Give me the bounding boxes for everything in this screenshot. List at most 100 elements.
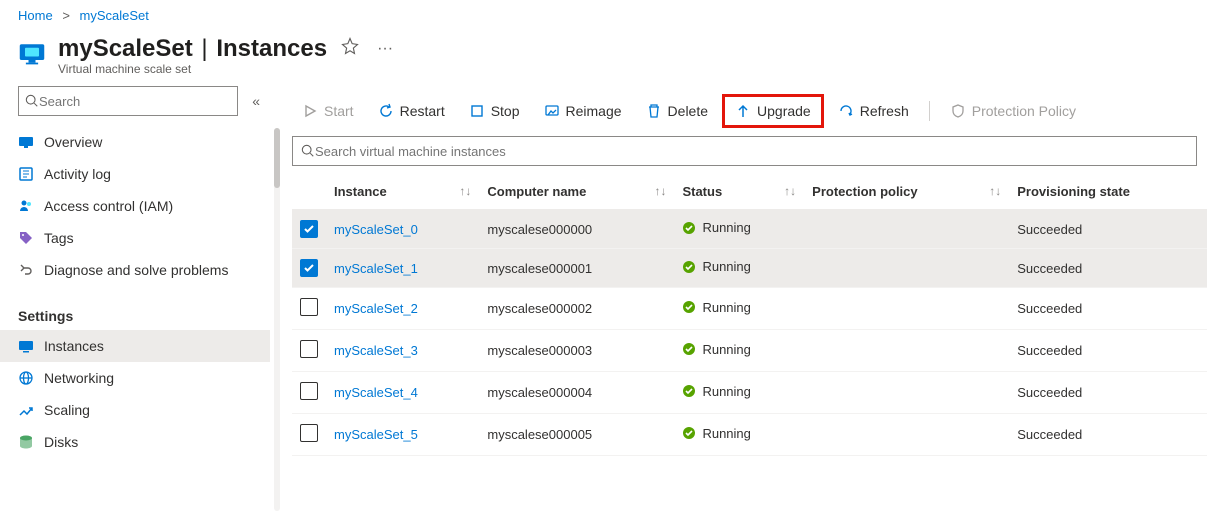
favorite-button[interactable] — [337, 33, 363, 64]
col-provisioning[interactable]: Provisioning state — [1009, 174, 1207, 210]
delete-button[interactable]: Delete — [636, 97, 718, 125]
sidebar-item-label: Diagnose and solve problems — [44, 262, 228, 278]
page-title: myScaleSet | Instances — [58, 35, 327, 63]
sidebar-item-instances[interactable]: Instances — [0, 330, 270, 362]
instance-link[interactable]: myScaleSet_5 — [334, 427, 418, 442]
table-row[interactable]: myScaleSet_5 myscalese000005 Running Suc… — [292, 414, 1207, 456]
resource-type-label: Virtual machine scale set — [58, 62, 397, 76]
col-computer[interactable]: Computer name↑↓ — [479, 174, 674, 210]
sidebar-item-overview[interactable]: Overview — [0, 126, 270, 158]
scaling-icon — [18, 402, 34, 418]
row-checkbox[interactable] — [300, 220, 318, 238]
reimage-icon — [544, 103, 560, 119]
delete-icon — [646, 103, 662, 119]
instance-link[interactable]: myScaleSet_2 — [334, 301, 418, 316]
sidebar-item-diagnose[interactable]: Diagnose and solve problems — [0, 254, 270, 286]
sidebar-scrollbar[interactable] — [272, 128, 282, 511]
start-button[interactable]: Start — [292, 97, 364, 125]
table-row[interactable]: myScaleSet_1 myscalese000001 Running Suc… — [292, 249, 1207, 288]
main-panel: Start Restart Stop Reimage Delete — [282, 86, 1207, 511]
refresh-button[interactable]: Refresh — [828, 97, 919, 125]
reimage-button[interactable]: Reimage — [534, 97, 632, 125]
row-checkbox[interactable] — [300, 424, 318, 442]
sidebar-item-activity-log[interactable]: Activity log — [0, 158, 270, 190]
search-icon — [301, 144, 315, 158]
protection-policy-button[interactable]: Protection Policy — [940, 97, 1086, 125]
instance-search-input[interactable] — [315, 144, 1188, 159]
computer-name-cell: myscalese000004 — [479, 372, 674, 414]
provisioning-cell: Succeeded — [1009, 330, 1207, 372]
row-checkbox[interactable] — [300, 298, 318, 316]
play-icon — [302, 103, 318, 119]
diagnose-icon — [18, 262, 34, 278]
activity-log-icon — [18, 166, 34, 182]
instance-search[interactable] — [292, 136, 1197, 166]
sidebar-item-label: Networking — [44, 370, 114, 386]
sidebar: « Overview Activity log Access control (… — [0, 86, 282, 511]
sidebar-item-access-control[interactable]: Access control (IAM) — [0, 190, 270, 222]
row-checkbox[interactable] — [300, 382, 318, 400]
sidebar-search[interactable] — [18, 86, 238, 116]
table-row[interactable]: myScaleSet_4 myscalese000004 Running Suc… — [292, 372, 1207, 414]
collapse-sidebar-button[interactable]: « — [248, 89, 264, 113]
instance-link[interactable]: myScaleSet_3 — [334, 343, 418, 358]
instance-link[interactable]: myScaleSet_4 — [334, 385, 418, 400]
provisioning-cell: Succeeded — [1009, 288, 1207, 330]
table-row[interactable]: myScaleSet_3 myscalese000003 Running Suc… — [292, 330, 1207, 372]
row-checkbox[interactable] — [300, 259, 318, 277]
check-icon — [303, 223, 315, 235]
status-cell: Running — [682, 220, 750, 235]
computer-name-cell: myscalese000001 — [479, 249, 674, 288]
breadcrumb-resource[interactable]: myScaleSet — [80, 8, 149, 23]
protection-cell — [804, 249, 1009, 288]
status-cell: Running — [682, 426, 750, 441]
stop-button[interactable]: Stop — [459, 97, 530, 125]
col-status[interactable]: Status↑↓ — [674, 174, 804, 210]
protection-cell — [804, 372, 1009, 414]
restart-button[interactable]: Restart — [368, 97, 455, 125]
success-icon — [682, 300, 696, 314]
upgrade-button[interactable]: Upgrade — [725, 97, 821, 125]
protection-cell — [804, 210, 1009, 249]
protection-cell — [804, 414, 1009, 456]
success-icon — [682, 260, 696, 274]
sidebar-item-label: Activity log — [44, 166, 111, 182]
page-header: myScaleSet | Instances ··· Virtual machi… — [0, 27, 1207, 86]
toolbar: Start Restart Stop Reimage Delete — [282, 86, 1207, 136]
star-icon — [341, 37, 359, 55]
success-icon — [682, 221, 696, 235]
sidebar-item-label: Access control (IAM) — [44, 198, 173, 214]
sidebar-item-label: Overview — [44, 134, 102, 150]
row-checkbox[interactable] — [300, 340, 318, 358]
breadcrumb-home[interactable]: Home — [18, 8, 53, 23]
success-icon — [682, 384, 696, 398]
sidebar-item-networking[interactable]: Networking — [0, 362, 270, 394]
sidebar-search-input[interactable] — [39, 94, 231, 109]
computer-name-cell: myscalese000003 — [479, 330, 674, 372]
status-cell: Running — [682, 300, 750, 315]
sort-icon: ↑↓ — [459, 184, 471, 198]
protection-cell — [804, 330, 1009, 372]
upgrade-icon — [735, 103, 751, 119]
table-row[interactable]: myScaleSet_0 myscalese000000 Running Suc… — [292, 210, 1207, 249]
tags-icon — [18, 230, 34, 246]
provisioning-cell: Succeeded — [1009, 249, 1207, 288]
instance-link[interactable]: myScaleSet_0 — [334, 222, 418, 237]
sidebar-item-label: Disks — [44, 434, 78, 450]
success-icon — [682, 426, 696, 440]
more-button[interactable]: ··· — [373, 36, 397, 62]
sidebar-item-label: Instances — [44, 338, 104, 354]
sidebar-item-disks[interactable]: Disks — [0, 426, 270, 458]
table-row[interactable]: myScaleSet_2 myscalese000002 Running Suc… — [292, 288, 1207, 330]
col-protection[interactable]: Protection policy↑↓ — [804, 174, 1009, 210]
access-control-icon — [18, 198, 34, 214]
computer-name-cell: myscalese000000 — [479, 210, 674, 249]
instance-link[interactable]: myScaleSet_1 — [334, 261, 418, 276]
sidebar-item-scaling[interactable]: Scaling — [0, 394, 270, 426]
restart-icon — [378, 103, 394, 119]
search-icon — [25, 94, 39, 108]
sidebar-item-tags[interactable]: Tags — [0, 222, 270, 254]
chevron-right-icon: > — [62, 8, 70, 23]
sidebar-section-settings: Settings — [0, 294, 282, 330]
col-instance[interactable]: Instance↑↓ — [326, 174, 479, 210]
